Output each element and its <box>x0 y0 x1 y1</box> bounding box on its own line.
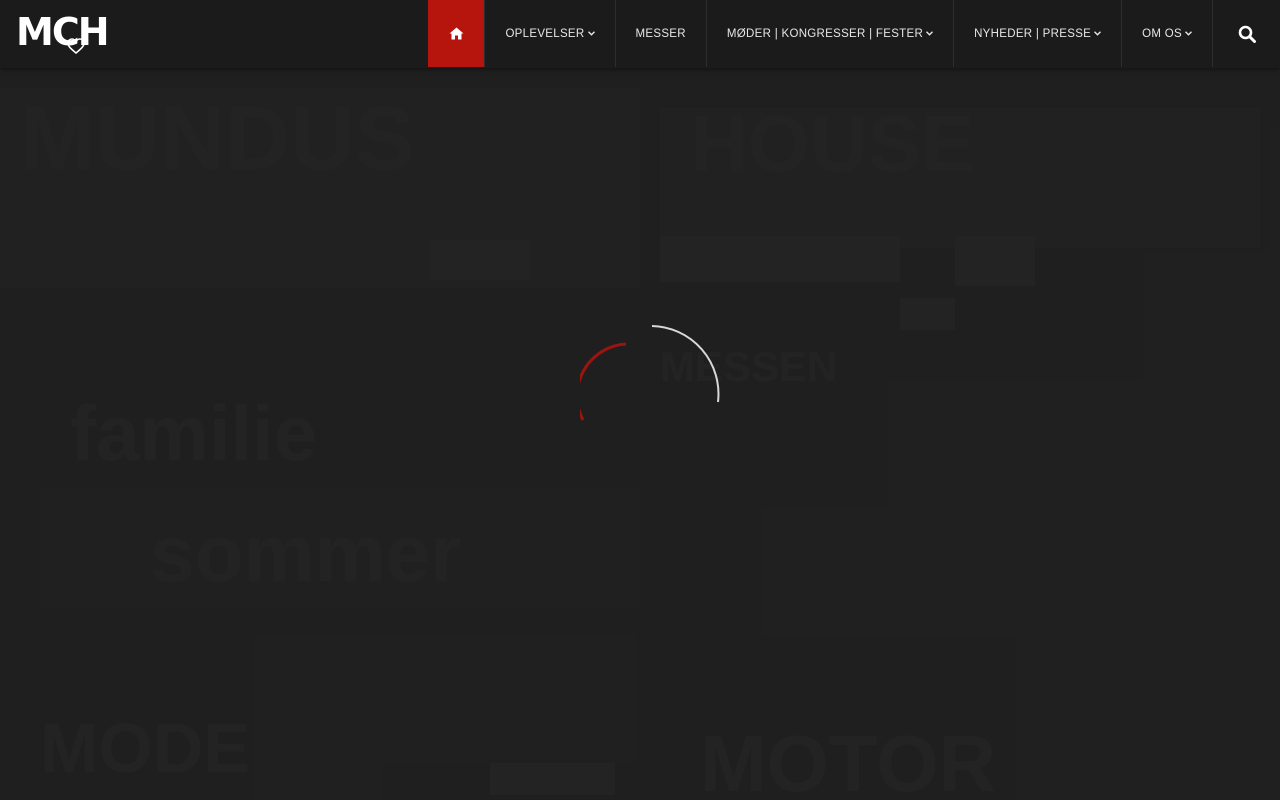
chevron-down-icon <box>587 31 595 36</box>
main-nav: OPLEVELSER MESSER MØDER | KONGRESSER | F… <box>428 0 1212 68</box>
nav-home-button[interactable] <box>428 0 485 67</box>
chevron-down-icon <box>926 31 934 36</box>
heart-icon <box>67 38 85 55</box>
nav-item-moder-kongresser-fester[interactable]: MØDER | KONGRESSER | FESTER <box>705 0 953 67</box>
nav-item-label: OM OS <box>1142 27 1182 40</box>
page: MUNDUS HOUSE familie sommer MODE MOTOR M… <box>0 0 1280 800</box>
logo-text: MCH <box>16 10 110 54</box>
top-navbar: MCH OPLEVELSER MESSER MØDER | KONGRESSER… <box>0 0 1280 68</box>
chevron-down-icon <box>1185 31 1192 36</box>
nav-item-om-os[interactable]: OM OS <box>1121 0 1212 67</box>
nav-item-label: MØDER | KONGRESSER | FESTER <box>726 27 924 40</box>
nav-item-oplevelser[interactable]: OPLEVELSER <box>484 0 614 67</box>
nav-item-label: OPLEVELSER <box>505 27 585 40</box>
nav-item-label: MESSER <box>635 27 686 40</box>
home-icon <box>449 27 464 40</box>
loading-spinner <box>580 325 720 421</box>
nav-item-label: NYHEDER | PRESSE <box>974 27 1092 40</box>
site-logo[interactable]: MCH <box>16 10 140 55</box>
nav-item-nyheder-presse[interactable]: NYHEDER | PRESSE <box>953 0 1121 67</box>
loading-overlay <box>0 68 1280 800</box>
chevron-down-icon <box>1094 31 1102 36</box>
search-button[interactable] <box>1212 0 1280 67</box>
spinner-inner-arc <box>580 342 627 421</box>
search-icon <box>1238 25 1256 43</box>
nav-item-messer[interactable]: MESSER <box>614 0 706 67</box>
spinner-outer-arc <box>651 325 720 403</box>
